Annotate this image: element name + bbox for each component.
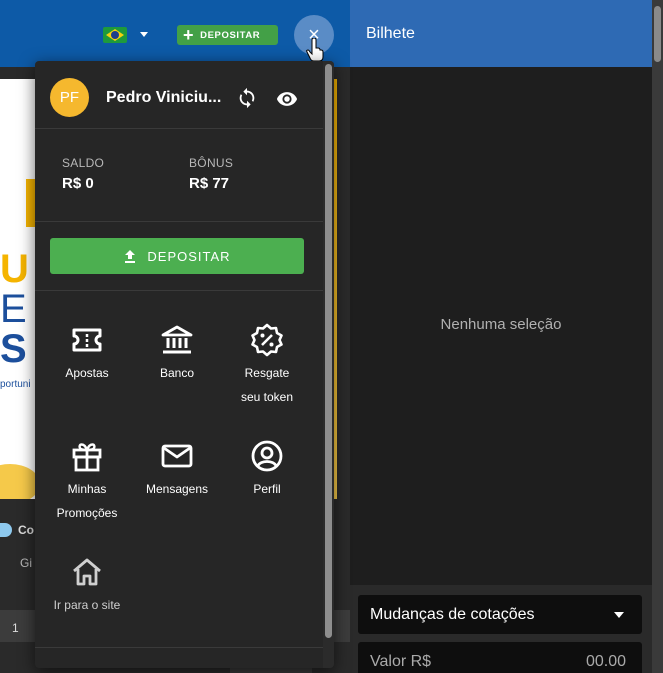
profile-header: PF Pedro Viniciu... [35, 61, 323, 129]
menu-item-banco[interactable]: Banco [129, 323, 225, 385]
menu-item-label: Ir para o site [53, 598, 121, 612]
deposit-button-label: DEPOSITAR [147, 248, 231, 264]
odds-changes-select[interactable]: Mudanças de cotações [358, 595, 642, 634]
eye-icon[interactable] [275, 88, 299, 110]
menu-item-label: Mensagens [145, 482, 209, 496]
menu-item-perfil[interactable]: Perfil [219, 439, 315, 501]
header-deposit-button[interactable]: + DEPOSITAR [177, 25, 278, 45]
top-bar: + DEPOSITAR × [0, 0, 350, 67]
upload-icon [125, 250, 136, 263]
home-icon [73, 558, 101, 586]
hand-cursor-icon [306, 38, 324, 62]
bet-slip-scrollbar[interactable] [652, 0, 663, 673]
menu-scrollbar[interactable] [323, 61, 334, 668]
menu-item-label-2: seu token [240, 390, 294, 404]
ticket-icon [72, 328, 102, 352]
menu-item-label-1: Resgate [244, 366, 290, 380]
stake-input[interactable]: Valor R$ 00.00 [358, 642, 642, 673]
divider [35, 647, 323, 648]
gift-icon [72, 443, 102, 472]
user-name: Pedro Viniciu... [106, 89, 222, 106]
avatar[interactable]: PF [50, 78, 89, 117]
language-chevron-down-icon[interactable] [140, 32, 148, 37]
brazil-flag-icon[interactable] [103, 27, 127, 43]
balance-section: SALDO R$ 0 BÔNUS R$ 77 [35, 129, 323, 222]
menu-item-ir-para-site[interactable]: Ir para o site [39, 555, 135, 617]
divider [35, 290, 323, 291]
league-label: Co [18, 523, 34, 537]
odds-value[interactable]: 1 [12, 621, 19, 635]
menu-item-apostas[interactable]: Apostas [39, 323, 135, 385]
sub-label: Gi [20, 556, 32, 570]
discount-badge-icon [251, 323, 283, 357]
scrollbar-thumb[interactable] [654, 6, 661, 62]
bet-slip-panel: Bilhete Nenhuma seleção Mudanças de cota… [350, 0, 663, 673]
menu-item-label: Perfil [253, 482, 281, 496]
bonus-value: R$ 77 [189, 175, 230, 192]
menu-item-resgate-token[interactable]: Resgate seu token [219, 323, 315, 409]
argentina-flag-icon [0, 523, 12, 537]
bet-slip-header: Bilhete [350, 0, 652, 67]
balance-value: R$ 0 [62, 175, 94, 192]
user-circle-icon [251, 440, 283, 472]
odds-changes-label: Mudanças de cotações [370, 605, 535, 623]
caret-down-icon [614, 612, 624, 618]
bet-slip-title: Bilhete [366, 24, 415, 42]
menu-item-promocoes[interactable]: Minhas Promoções [39, 439, 135, 525]
banner-letter-1: U [0, 247, 29, 291]
bank-icon [161, 325, 193, 354]
header-deposit-label: DEPOSITAR [200, 29, 261, 41]
stake-label: Valor R$ [370, 653, 432, 670]
coin-graphic [0, 464, 40, 499]
menu-item-label-2: Promoções [56, 506, 118, 520]
empty-selection-text: Nenhuma seleção [440, 316, 562, 333]
account-menu: PF Pedro Viniciu... SALDO R$ 0 BÔNUS R$ … [35, 61, 334, 668]
banner-fragment: portuni [0, 379, 31, 390]
plus-icon: + [183, 25, 195, 45]
bonus-label: BÔNUS [189, 156, 234, 170]
menu-item-label-1: Minhas [67, 482, 107, 496]
deposit-button[interactable]: DEPOSITAR [50, 238, 304, 274]
menu-item-label: Banco [159, 366, 195, 380]
envelope-icon [161, 444, 193, 468]
banner-letter-3: S [0, 327, 27, 371]
banner-letter-2: E [0, 287, 27, 331]
menu-scrollbar-thumb[interactable] [325, 64, 332, 638]
menu-item-label: Apostas [65, 366, 109, 380]
stake-value: 00.00 [585, 653, 626, 670]
balance-label: SALDO [62, 156, 105, 170]
app-root: + DEPOSITAR × U E S portuni Co Gi 1 Bilh… [0, 0, 663, 673]
menu-item-mensagens[interactable]: Mensagens [129, 439, 225, 501]
refresh-icon[interactable] [236, 87, 258, 109]
